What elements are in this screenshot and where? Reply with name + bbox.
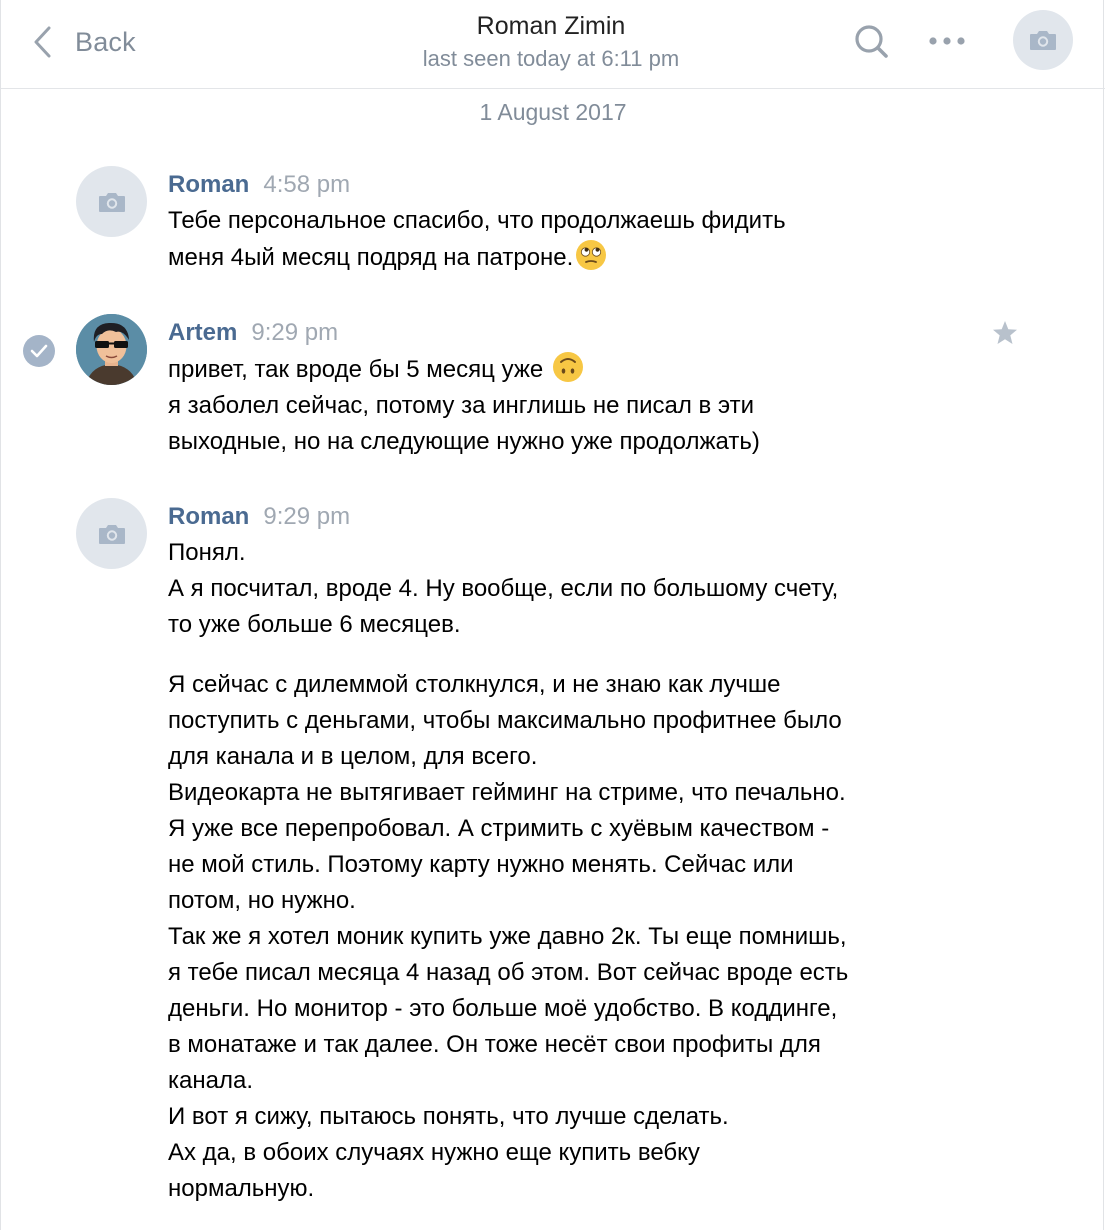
more-button[interactable] — [927, 26, 967, 56]
message-line: Я уже все перепробовал. А стримить с хуё… — [168, 815, 830, 842]
message-line: Понял. — [168, 539, 246, 566]
chat-header: Back Roman Zimin last seen today at 6:11… — [1, 0, 1105, 89]
author-name[interactable]: Artem — [168, 319, 237, 346]
author-name[interactable]: Roman — [168, 503, 249, 530]
message-line: Видеокарта не вытягивает гейминг на стри… — [168, 779, 846, 806]
message-line: не мой стиль. Поэтому карту нужно менять… — [168, 851, 794, 878]
message-line: то уже больше 6 месяцев. — [168, 611, 461, 638]
message-line: Ах да, в обоих случаях нужно еще купить … — [168, 1139, 700, 1166]
chat-window: Back Roman Zimin last seen today at 6:11… — [0, 0, 1105, 1230]
chevron-left-icon — [34, 26, 51, 58]
back-label: Back — [75, 26, 136, 57]
message-header: Roman 9:29 pm — [168, 501, 350, 533]
more-icon — [929, 37, 965, 45]
message-line: А я посчитал, вроде 4. Ну вообще, если п… — [168, 575, 839, 602]
camera-icon — [1030, 31, 1056, 50]
selected-check[interactable] — [23, 335, 55, 367]
message-line: в монатаже и так далее. Он тоже несёт св… — [168, 1031, 821, 1058]
message-line: я тебе писал месяца 4 назад об этом. Вот… — [168, 959, 849, 986]
message-time: 9:29 pm — [251, 319, 339, 346]
message-line: деньги. Но монитор - это больше моё удоб… — [168, 995, 838, 1022]
message-text: Понял. А я посчитал, вроде 4. Ну вообще,… — [168, 535, 968, 1207]
message-time: 4:58 pm — [263, 171, 351, 198]
message-line: для канала и в целом, для всего. — [168, 743, 538, 770]
message-line: нормальную. — [168, 1175, 315, 1202]
avatar[interactable] — [76, 166, 147, 237]
chat-avatar[interactable] — [1013, 10, 1073, 70]
message-header: Artem 9:29 pm — [168, 317, 338, 349]
check-icon — [30, 344, 48, 358]
chat-title-block[interactable]: Roman Zimin last seen today at 6:11 pm — [301, 10, 801, 74]
artem-avatar-image — [76, 314, 147, 385]
message-time: 9:29 pm — [263, 503, 351, 530]
message-line: я заболел сейчас, потому за инглишь не п… — [168, 392, 755, 419]
message-line: Так же я хотел моник купить уже давно 2к… — [168, 923, 847, 950]
face-with-rolling-eyes-icon — [576, 240, 607, 270]
search-icon — [855, 25, 888, 58]
last-seen-status: last seen today at 6:11 pm — [422, 46, 680, 71]
avatar[interactable] — [76, 498, 147, 569]
message-line-with-emoji: меня 4ый месяц подряд на патроне. — [168, 239, 968, 276]
message-line: И вот я сижу, пытаюсь понять, что лучше … — [168, 1103, 729, 1130]
back-button[interactable]: Back — [31, 22, 136, 62]
avatar[interactable] — [76, 314, 147, 385]
message-line: выходные, но на следующие нужно уже прод… — [168, 428, 760, 455]
message-line: канала. — [168, 1067, 253, 1094]
message-line: привет, так вроде бы 5 месяц уже — [168, 356, 544, 383]
message-line: потом, но нужно. — [168, 887, 356, 914]
author-name[interactable]: Roman — [168, 171, 249, 198]
message-item[interactable]: Roman 4:58 pm Тебе персональное спасибо, … — [1, 165, 1105, 285]
message-text: привет, так вроде бы 5 месяц уже я забол… — [168, 351, 968, 460]
star-icon[interactable] — [991, 319, 1019, 347]
message-line: поступить с деньгами, чтобы максимально … — [168, 707, 842, 734]
message-line-with-emoji: привет, так вроде бы 5 месяц уже — [168, 351, 968, 388]
upside-down-face-icon — [552, 352, 583, 382]
message-line: меня 4ый месяц подряд на патроне. — [168, 244, 574, 271]
date-separator: 1 August 2017 — [479, 99, 627, 125]
search-button[interactable] — [852, 22, 892, 62]
camera-icon — [98, 524, 125, 544]
message-item[interactable]: Roman 9:29 pm Понял. А я посчитал, вроде … — [1, 497, 1105, 1217]
message-item[interactable]: Artem 9:29 pm привет, так вроде бы 5 меся… — [1, 313, 1105, 463]
message-header: Roman 4:58 pm — [168, 169, 350, 201]
message-text: Тебе персональное спасибо, что продолжае… — [168, 203, 968, 276]
message-line: Тебе персональное спасибо, что продолжае… — [168, 207, 786, 234]
message-line: Я сейчас с дилеммой столкнулся, и не зна… — [168, 671, 781, 698]
camera-icon — [98, 192, 125, 212]
chat-title: Roman Zimin — [476, 12, 626, 40]
